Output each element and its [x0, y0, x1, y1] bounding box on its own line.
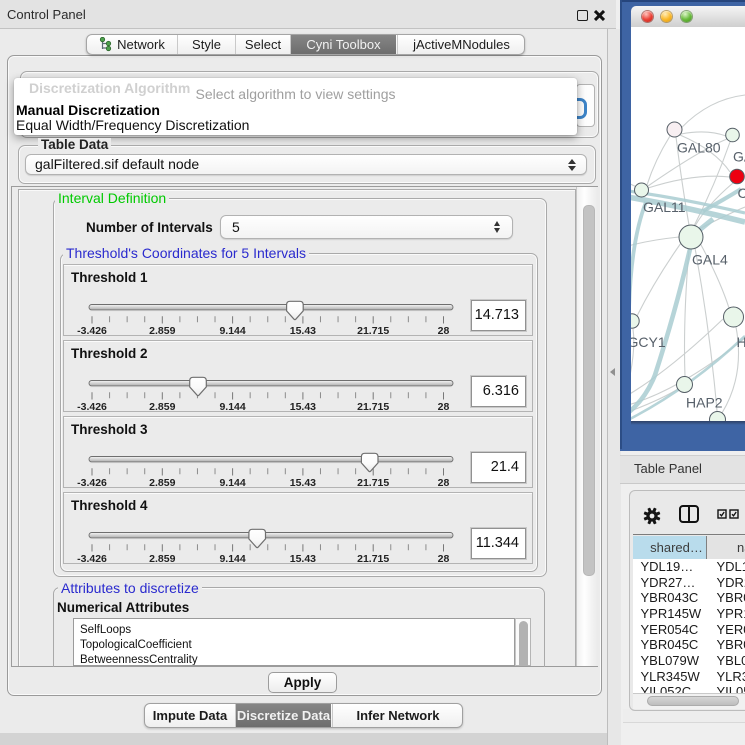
svg-text:28: 28 [438, 477, 450, 488]
svg-text:2.859: 2.859 [149, 477, 175, 488]
svg-text:GCY1: GCY1 [631, 334, 666, 350]
svg-text:28: 28 [438, 553, 450, 564]
svg-text:15.43: 15.43 [290, 477, 316, 488]
svg-text:-3.426: -3.426 [77, 553, 107, 564]
svg-text:2.859: 2.859 [149, 553, 175, 564]
svg-text:15.43: 15.43 [290, 401, 316, 412]
svg-text:21.715: 21.715 [357, 553, 389, 564]
svg-text:GAL80: GAL80 [677, 140, 721, 156]
svg-text:9.144: 9.144 [219, 325, 245, 336]
svg-text:-3.426: -3.426 [77, 477, 107, 488]
svg-text:9.144: 9.144 [219, 401, 245, 412]
svg-text:21.715: 21.715 [357, 401, 389, 412]
svg-text:15.43: 15.43 [290, 553, 316, 564]
svg-text:15.43: 15.43 [290, 325, 316, 336]
svg-text:21.715: 21.715 [357, 477, 389, 488]
svg-text:HAP2: HAP2 [686, 395, 723, 411]
svg-text:28: 28 [438, 325, 450, 336]
svg-text:GAL11: GAL11 [643, 199, 686, 215]
svg-text:-3.426: -3.426 [77, 401, 107, 412]
svg-text:2.859: 2.859 [149, 401, 175, 412]
svg-text:28: 28 [438, 401, 450, 412]
svg-text:-3.426: -3.426 [77, 325, 107, 336]
svg-text:GA: GA [733, 149, 745, 165]
svg-text:21.715: 21.715 [357, 325, 389, 336]
svg-text:9.144: 9.144 [219, 553, 245, 564]
svg-text:GAL4: GAL4 [692, 252, 728, 268]
svg-text:HA: HA [737, 334, 745, 350]
svg-text:9.144: 9.144 [219, 477, 245, 488]
svg-text:2.859: 2.859 [149, 325, 175, 336]
svg-text:CR: CR [738, 185, 745, 201]
